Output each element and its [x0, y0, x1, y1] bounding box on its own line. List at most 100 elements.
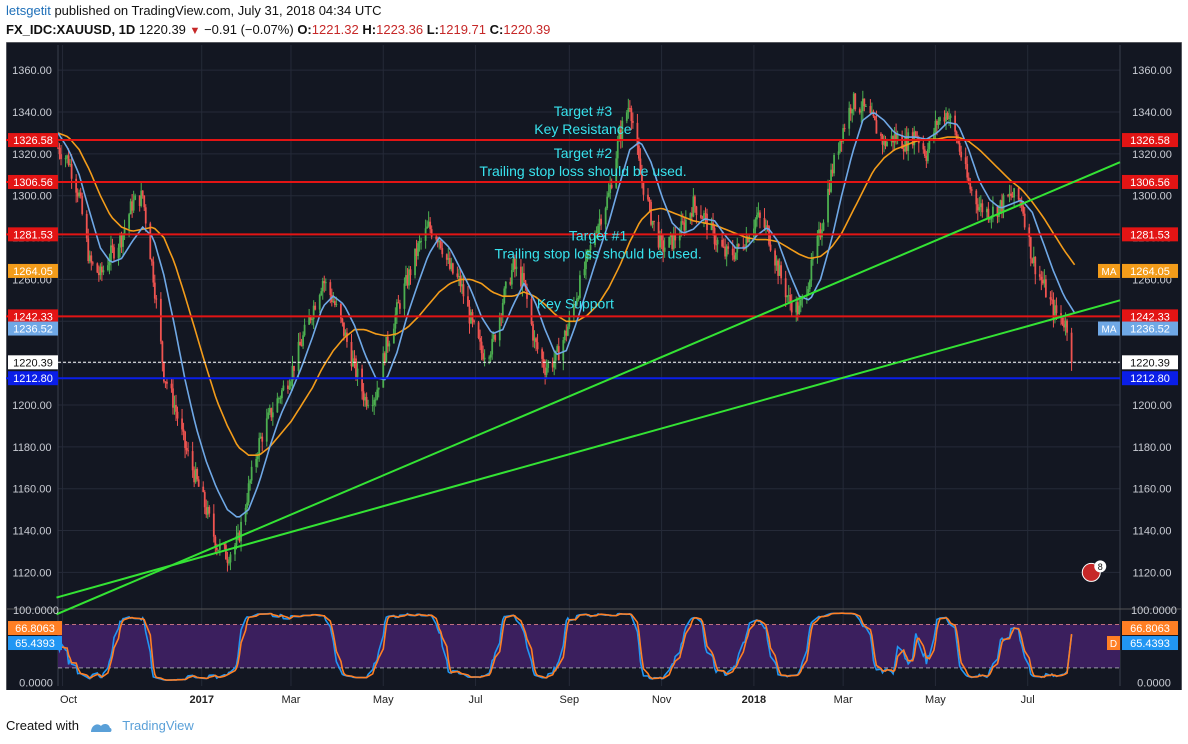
- candle-body: [616, 141, 619, 159]
- y-tick-label-right: 1340.00: [1132, 107, 1172, 119]
- candle-body: [451, 263, 454, 274]
- candle-body: [191, 451, 194, 471]
- candle-body: [172, 388, 174, 408]
- candle-body: [713, 227, 716, 245]
- candle-body: [648, 199, 651, 202]
- candle-body: [261, 436, 264, 442]
- candle-body: [545, 367, 548, 375]
- candle-body: [150, 259, 153, 262]
- chart-annotation: Key Support: [537, 296, 614, 312]
- candle-body: [948, 117, 950, 119]
- last-price: 1220.39: [138, 22, 186, 37]
- candle-body: [756, 214, 758, 220]
- candle-body: [113, 247, 115, 259]
- y-tick-label-right: 1140.00: [1133, 526, 1172, 538]
- candle-body: [79, 192, 82, 197]
- osc-value-right: 65.4393: [1130, 638, 1170, 650]
- candle-body: [769, 244, 772, 251]
- osc-tick-right: 0.0000: [1137, 677, 1171, 689]
- symbol-name[interactable]: FX_IDC:XAUUSD, 1D: [6, 22, 135, 37]
- candle-body: [647, 194, 649, 200]
- candle-body: [958, 142, 961, 152]
- candle-body: [964, 157, 967, 165]
- candle-body: [108, 261, 111, 266]
- candle-body: [583, 269, 586, 276]
- candle-body: [467, 296, 469, 307]
- high-label: H:: [362, 22, 377, 37]
- candle-body: [715, 244, 717, 246]
- candle-body: [510, 270, 513, 285]
- candle-body: [946, 113, 949, 119]
- candle-body: [808, 280, 811, 290]
- candle-body: [874, 116, 876, 121]
- y-tick-label-right: 1160.00: [1133, 484, 1172, 496]
- candle-body: [642, 181, 645, 195]
- osc-tick-left: 0.0000: [19, 677, 53, 689]
- candle-body: [810, 259, 813, 281]
- candle-body: [923, 149, 926, 157]
- x-tick-label: 2017: [189, 694, 213, 706]
- candle-body: [75, 178, 78, 193]
- candle-body: [969, 183, 972, 190]
- candle-body: [1010, 193, 1012, 196]
- candle-body: [341, 318, 344, 323]
- candle-body: [153, 282, 156, 299]
- candle-body: [1034, 256, 1037, 275]
- level-label-right: 1281.53: [1130, 229, 1170, 241]
- candle-body: [324, 282, 327, 284]
- candle-body: [176, 411, 179, 419]
- candle-body: [122, 233, 124, 247]
- candle-body: [562, 340, 565, 361]
- candle-body: [170, 383, 173, 389]
- candle-body: [1022, 206, 1025, 214]
- candle-body: [535, 338, 537, 343]
- candle-body: [1023, 213, 1026, 228]
- open-value: 1221.32: [311, 22, 359, 37]
- ma-label-right: 1264.05: [1130, 266, 1170, 278]
- price-chart[interactable]: Oct2017MarMayJulSepNov2018MarMayJulOct20…: [6, 42, 1182, 708]
- chart-annotation: Trailing stop loss should be used.: [494, 245, 701, 261]
- x-tick-label: Mar: [281, 694, 300, 706]
- chart-annotation: Target #1: [569, 228, 628, 244]
- y-tick-label-right: 1200.00: [1132, 400, 1172, 412]
- chart-annotation: Target #3: [554, 103, 613, 119]
- candle-body: [1044, 279, 1047, 298]
- tradingview-brand[interactable]: TradingView: [122, 718, 194, 733]
- candle-body: [228, 562, 230, 564]
- candle-body: [491, 338, 494, 355]
- candle-body: [515, 266, 518, 270]
- candle-body: [185, 447, 188, 451]
- candle-body: [293, 365, 295, 371]
- osc-tag: D: [1110, 639, 1117, 650]
- candle-body: [132, 199, 135, 211]
- candle-body: [441, 248, 444, 255]
- candle-body: [417, 243, 419, 256]
- candle-body: [141, 190, 144, 196]
- candle-body: [851, 109, 854, 114]
- candle-body: [678, 235, 681, 241]
- candle-body: [318, 295, 321, 310]
- candle-body: [784, 278, 787, 298]
- x-tick-label: Nov: [652, 694, 672, 706]
- candle-body: [674, 234, 677, 241]
- high-value: 1223.36: [376, 22, 424, 37]
- candle-body: [203, 492, 206, 508]
- level-label-left: 1212.80: [13, 373, 53, 385]
- y-tick-label-left: 1180.00: [13, 442, 52, 454]
- author-link[interactable]: letsgetit: [6, 3, 51, 18]
- candle-body: [610, 184, 613, 188]
- candle-body: [727, 246, 730, 249]
- candle-body: [397, 302, 400, 304]
- candle-body: [854, 93, 857, 110]
- candle-body: [477, 322, 480, 339]
- y-tick-label-right: 1360.00: [1132, 65, 1172, 77]
- candle-body: [875, 120, 878, 134]
- candle-body: [420, 240, 422, 242]
- x-tick-label: Mar: [834, 694, 853, 706]
- candle-body: [737, 243, 740, 247]
- candle-body: [600, 218, 603, 225]
- candle-body: [706, 213, 708, 231]
- candle-body: [90, 255, 93, 263]
- down-arrow-icon: ▼: [189, 25, 201, 37]
- candle-body: [70, 164, 73, 179]
